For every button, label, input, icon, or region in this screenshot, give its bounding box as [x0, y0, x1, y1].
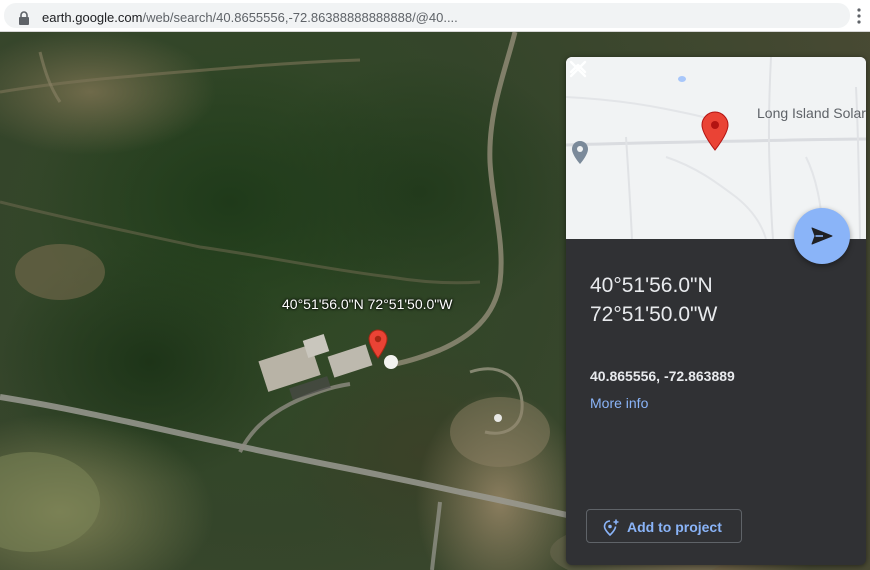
url-path: /web/search/40.8655556,-72.8638888888888… — [142, 10, 458, 25]
location-info-card: Long Island Solar 40°51'56.0"N 72°51'50.… — [566, 57, 866, 565]
add-location-icon — [603, 519, 619, 536]
add-to-project-button[interactable]: Add to project — [586, 509, 742, 543]
latitude-text: 40°51'56.0"N — [590, 274, 713, 297]
map-location-label: 40°51'56.0"N 72°51'50.0"W — [282, 296, 453, 312]
more-vert-icon[interactable] — [852, 6, 866, 26]
decimal-coordinates: 40.865556, -72.863889 — [590, 368, 735, 384]
location-pin-icon[interactable] — [368, 329, 388, 359]
coordinates-title: 40°51'56.0"N 72°51'50.0"W — [590, 271, 717, 329]
more-info-link[interactable]: More info — [590, 395, 648, 411]
share-button[interactable] — [794, 208, 850, 264]
url-host: earth.google.com — [42, 10, 143, 25]
minimap-place-label: Long Island Solar — [757, 105, 866, 121]
lock-icon — [19, 11, 29, 25]
send-icon — [811, 227, 833, 245]
url-field[interactable]: earth.google.com/web/search/40.8655556,-… — [4, 3, 850, 28]
add-to-project-label: Add to project — [627, 519, 722, 535]
browser-address-bar: earth.google.com/web/search/40.8655556,-… — [0, 0, 870, 32]
longitude-text: 72°51'50.0"W — [590, 303, 718, 326]
url-text[interactable]: earth.google.com/web/search/40.8655556,-… — [42, 10, 458, 25]
close-icon[interactable] — [566, 57, 590, 81]
